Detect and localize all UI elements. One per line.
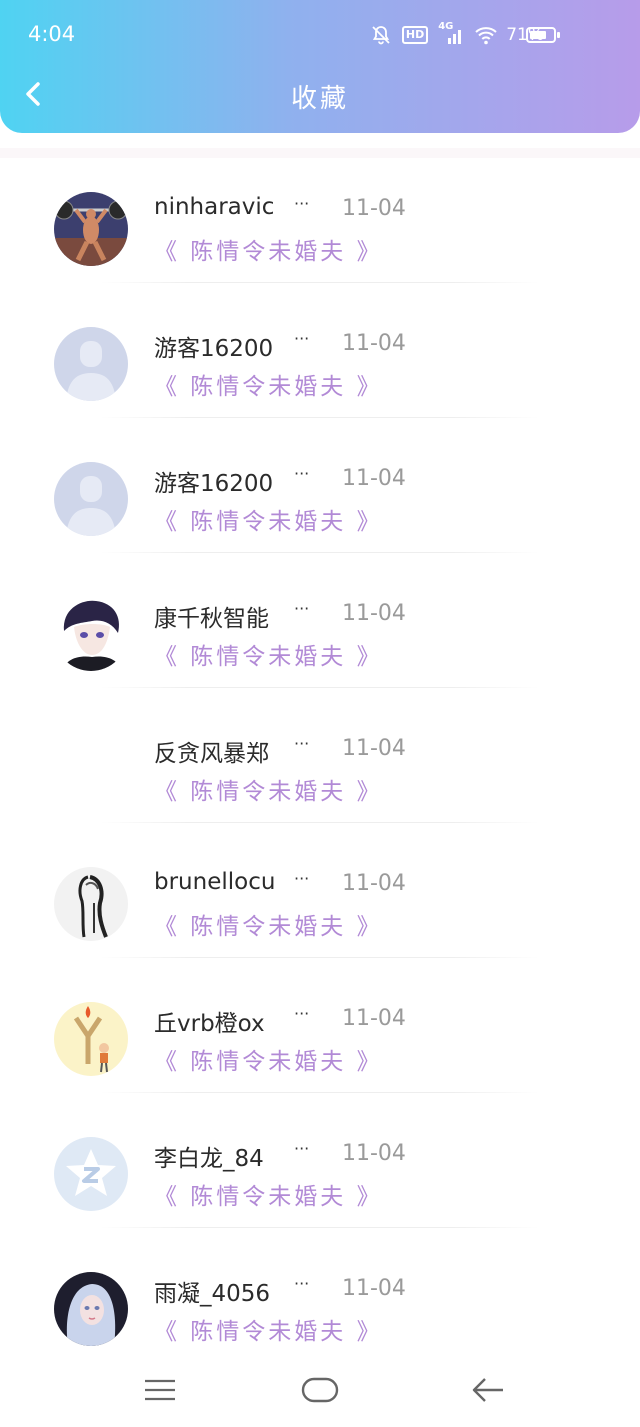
menu-button[interactable] xyxy=(140,1370,180,1410)
back-nav-button[interactable] xyxy=(468,1370,508,1410)
avatar[interactable] xyxy=(54,1272,128,1346)
ellipsis: ··· xyxy=(294,1004,310,1023)
username: 康千秋智能 xyxy=(154,606,269,632)
username: 雨凝_4056 xyxy=(154,1281,271,1307)
avatar[interactable] xyxy=(54,1137,128,1211)
avatar[interactable] xyxy=(54,1002,128,1076)
book-title-link[interactable]: 《 陈情令未婚夫 》 xyxy=(154,772,383,806)
avatar[interactable] xyxy=(54,597,128,671)
wifi-icon xyxy=(474,24,497,46)
favorite-date: 11-04 xyxy=(342,196,406,221)
username: ninharavic xyxy=(154,194,275,220)
list-item[interactable]: brunellocu ··· 11-04 《 陈情令未婚夫 》 xyxy=(0,823,640,958)
username: 反贪风暴郑 xyxy=(154,741,269,767)
ellipsis: ··· xyxy=(294,599,310,618)
anime-boy-icon xyxy=(54,597,128,671)
book-title-link[interactable]: 《 陈情令未婚夫 》 xyxy=(154,232,383,266)
home-button[interactable] xyxy=(300,1370,340,1410)
username: 游客16200 xyxy=(154,471,274,497)
username: 李白龙_84 xyxy=(154,1146,264,1172)
battery-icon xyxy=(526,27,560,43)
favorite-date: 11-04 xyxy=(342,1276,406,1301)
book-title-link[interactable]: 《 陈情令未婚夫 》 xyxy=(154,367,383,401)
menu-icon xyxy=(145,1379,175,1401)
book-title-link[interactable]: 《 陈情令未婚夫 》 xyxy=(154,637,383,671)
ellipsis: ··· xyxy=(294,1274,310,1293)
favorite-date: 11-04 xyxy=(342,1141,406,1166)
system-nav-bar xyxy=(0,1352,640,1427)
avatar[interactable] xyxy=(54,192,128,266)
favorite-date: 11-04 xyxy=(342,736,406,761)
username: 丘vrb橙ox xyxy=(154,1011,265,1037)
favorite-date: 11-04 xyxy=(342,871,406,896)
book-title-link[interactable]: 《 陈情令未婚夫 》 xyxy=(154,1312,383,1346)
username: 游客16200 xyxy=(154,336,274,362)
fantasy-girl-icon xyxy=(54,1272,128,1346)
username: brunellocu xyxy=(154,869,276,895)
qq-star-icon xyxy=(54,1137,128,1211)
avatar[interactable] xyxy=(54,462,128,536)
ellipsis: ··· xyxy=(294,869,310,888)
book-title-link[interactable]: 《 陈情令未婚夫 》 xyxy=(154,907,383,941)
home-icon xyxy=(301,1377,339,1403)
page-title: 收藏 xyxy=(290,84,349,114)
status-icons: HD 4G 71% xyxy=(370,21,544,48)
hd-badge: HD xyxy=(401,26,429,44)
ellipsis: ··· xyxy=(294,464,310,483)
slingshot-cartoon-icon xyxy=(54,1002,128,1076)
list-item[interactable]: 丘vrb橙ox ··· 11-04 《 陈情令未婚夫 》 xyxy=(0,958,640,1093)
favorite-date: 11-04 xyxy=(342,601,406,626)
ellipsis: ··· xyxy=(294,734,310,753)
app-header: 4:04 HD 4G 71% 收藏 xyxy=(0,0,640,133)
ellipsis: ··· xyxy=(294,194,310,213)
book-title-link[interactable]: 《 陈情令未婚夫 》 xyxy=(154,502,383,536)
back-arrow-icon xyxy=(472,1378,503,1402)
favorite-date: 11-04 xyxy=(342,1006,406,1031)
book-title-link[interactable]: 《 陈情令未婚夫 》 xyxy=(154,1042,383,1076)
book-title-link[interactable]: 《 陈情令未婚夫 》 xyxy=(154,1177,383,1211)
list-item[interactable]: 反贪风暴郑 ··· 11-04 《 陈情令未婚夫 》 xyxy=(0,688,640,823)
avatar[interactable] xyxy=(54,732,128,806)
list-item[interactable]: 康千秋智能 ··· 11-04 《 陈情令未婚夫 》 xyxy=(0,553,640,688)
avatar[interactable] xyxy=(54,867,128,941)
ellipsis: ··· xyxy=(294,1139,310,1158)
status-time: 4:04 xyxy=(28,22,76,46)
list-item[interactable]: 雨凝_4056 ··· 11-04 《 陈情令未婚夫 》 xyxy=(0,1228,640,1363)
weightlifter-avatar-icon xyxy=(54,192,128,266)
favorites-list: ninharavic ··· 11-04 《 陈情令未婚夫 》 游客16200 … xyxy=(0,148,640,1363)
list-item[interactable]: 游客16200 ··· 11-04 《 陈情令未婚夫 》 xyxy=(0,418,640,553)
signal-icon: 4G xyxy=(438,21,464,46)
ellipsis: ··· xyxy=(294,329,310,348)
list-item[interactable]: 游客16200 ··· 11-04 《 陈情令未婚夫 》 xyxy=(0,283,640,418)
favorite-date: 11-04 xyxy=(342,331,406,356)
battery-level xyxy=(530,31,546,39)
favorite-date: 11-04 xyxy=(342,466,406,491)
avatar[interactable] xyxy=(54,327,128,401)
list-item[interactable]: ninharavic ··· 11-04 《 陈情令未婚夫 》 xyxy=(0,148,640,283)
default-person-icon xyxy=(54,462,128,536)
list-item[interactable]: 李白龙_84 ··· 11-04 《 陈情令未婚夫 》 xyxy=(0,1093,640,1228)
default-person-icon xyxy=(54,327,128,401)
mute-bell-icon xyxy=(370,24,392,46)
sketch-figure-icon xyxy=(54,867,128,941)
